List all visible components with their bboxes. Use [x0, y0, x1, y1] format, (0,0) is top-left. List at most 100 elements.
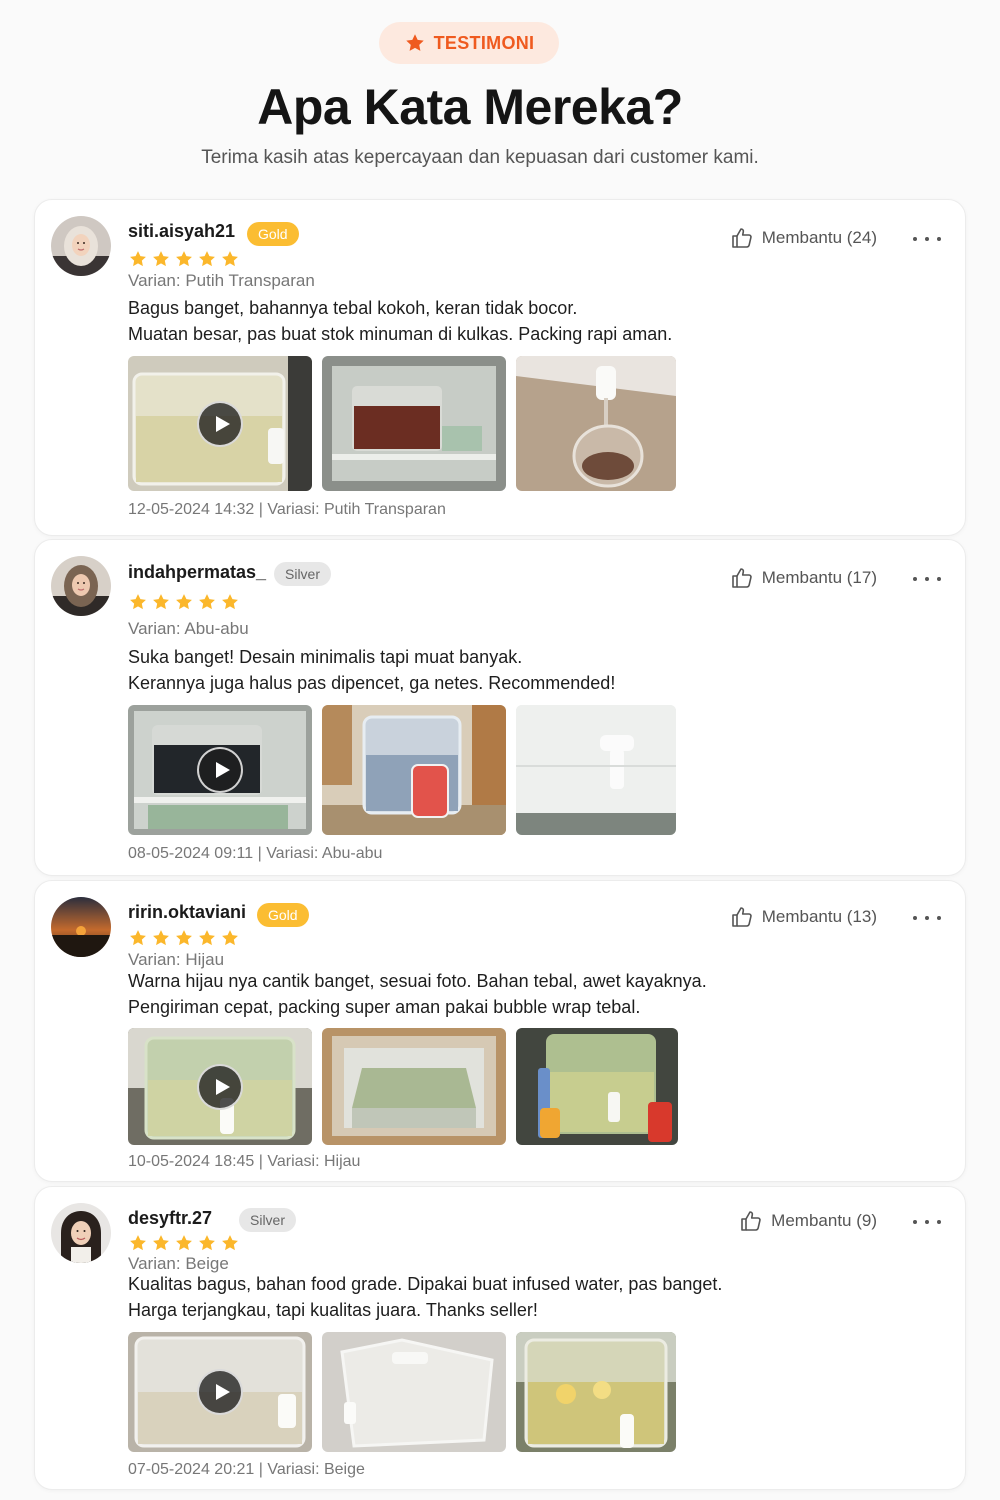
star-icon [222, 251, 238, 267]
review-text: Kualitas bagus, bahan food grade. Dipaka… [128, 1271, 722, 1323]
star-icon [199, 251, 215, 267]
username[interactable]: desyftr.27 [128, 1208, 212, 1229]
play-icon[interactable] [197, 1369, 243, 1415]
thumbs-up-icon [731, 907, 752, 927]
pill-label: TESTIMONI [433, 32, 535, 53]
status-badge: Silver [274, 562, 332, 586]
review-text-line: Harga terjangkau, tapi kualitas juara. T… [128, 1300, 538, 1320]
star-icon [222, 930, 238, 946]
more-options-icon[interactable] [913, 1211, 941, 1233]
review-card: ririn.oktaviani Gold Varian: Hijau Warna… [34, 880, 966, 1182]
star-icon [199, 1235, 215, 1251]
media-gallery [128, 1332, 676, 1452]
star-rating [128, 1233, 240, 1253]
testimonial-header: TESTIMONI Apa Kata Mereka? Terima kasih … [0, 0, 1000, 190]
review-text-line: Kerannya juga halus pas dipencet, ga net… [128, 673, 616, 693]
review-text: Warna hijau nya cantik banget, sesuai fo… [128, 968, 707, 1020]
star-icon [153, 594, 169, 610]
status-badge: Silver [239, 1208, 297, 1232]
star-icon [222, 594, 238, 610]
avatar[interactable] [51, 897, 111, 957]
username[interactable]: ririn.oktaviani [128, 902, 246, 923]
helpful-button[interactable]: Membantu (9) [739, 1209, 877, 1233]
username[interactable]: siti.aisyah21 [128, 221, 235, 242]
thumbs-up-icon [731, 568, 752, 588]
star-icon [176, 594, 192, 610]
review-meta: 12-05-2024 14:32 | Variasi: Putih Transp… [128, 501, 446, 518]
helpful-button[interactable]: Membantu (13) [730, 905, 877, 929]
avatar[interactable] [51, 216, 111, 276]
photo-thumbnail[interactable] [322, 356, 506, 491]
page-subtitle: Terima kasih atas kepercayaan dan kepuas… [201, 147, 759, 168]
star-icon [222, 1235, 238, 1251]
review-meta: 07-05-2024 20:21 | Variasi: Beige [128, 1461, 365, 1478]
review-meta: 08-05-2024 09:11 | Variasi: Abu-abu [128, 845, 383, 862]
status-badge: Gold [257, 903, 309, 927]
photo-thumbnail[interactable] [516, 705, 676, 835]
review-meta: 10-05-2024 18:45 | Variasi: Hijau [128, 1153, 361, 1170]
star-rating [128, 592, 240, 612]
more-options-icon[interactable] [913, 228, 941, 250]
helpful-label: Membantu (17) [761, 568, 877, 587]
username[interactable]: indahpermatas_ [128, 562, 266, 583]
photo-thumbnail[interactable] [516, 1028, 678, 1145]
variant-label: Varian: Hijau [128, 950, 225, 969]
review-card: indahpermatas_ Silver Varian: Abu-abu Su… [34, 539, 966, 876]
page-title: Apa Kata Mereka? [257, 79, 683, 135]
media-gallery [128, 1028, 678, 1145]
review-text-line: Pengiriman cepat, packing super aman pak… [128, 997, 641, 1017]
review-text: Suka banget! Desain minimalis tapi muat … [128, 644, 615, 696]
star-icon [153, 1235, 169, 1251]
play-icon[interactable] [197, 400, 243, 447]
photo-thumbnail[interactable] [322, 1332, 506, 1452]
photo-thumbnail[interactable] [516, 1332, 676, 1452]
star-rating [128, 249, 240, 269]
helpful-button[interactable]: Membantu (17) [730, 566, 877, 590]
photo-thumbnail[interactable] [322, 1028, 506, 1145]
helpful-label: Membantu (9) [771, 1211, 877, 1230]
review-text-line: Warna hijau nya cantik banget, sesuai fo… [128, 971, 707, 991]
star-icon [176, 251, 192, 267]
star-rating [128, 928, 240, 948]
star-icon [176, 930, 192, 946]
star-icon [130, 251, 146, 267]
status-badge: Gold [247, 222, 299, 246]
avatar[interactable] [51, 1203, 111, 1263]
more-options-icon[interactable] [913, 907, 941, 929]
review-card: siti.aisyah21 Gold Varian: Putih Transpa… [34, 199, 966, 536]
video-thumbnail[interactable] [128, 356, 312, 491]
helpful-label: Membantu (13) [761, 907, 877, 926]
video-thumbnail[interactable] [128, 1028, 312, 1145]
star-icon [199, 930, 215, 946]
star-icon [130, 1235, 146, 1251]
media-gallery [128, 356, 676, 491]
photo-thumbnail[interactable] [322, 705, 506, 835]
star-icon [130, 930, 146, 946]
helpful-button[interactable]: Membantu (24) [730, 226, 877, 250]
helpful-label: Membantu (24) [761, 228, 877, 247]
review-text: Bagus banget, bahannya tebal kokoh, kera… [128, 295, 672, 347]
photo-thumbnail[interactable] [516, 356, 676, 491]
review-card: desyftr.27 Silver Varian: Beige Kualitas… [34, 1186, 966, 1490]
review-text-line: Muatan besar, pas buat stok minuman di k… [128, 324, 673, 344]
review-text-line: Suka banget! Desain minimalis tapi muat … [128, 647, 523, 667]
star-icon [130, 594, 146, 610]
variant-label: Varian: Abu-abu [128, 619, 249, 638]
video-thumbnail[interactable] [128, 1332, 312, 1452]
review-text-line: Kualitas bagus, bahan food grade. Dipaka… [128, 1274, 723, 1294]
avatar[interactable] [51, 556, 111, 616]
thumbs-up-icon [741, 1211, 761, 1231]
review-text-line: Bagus banget, bahannya tebal kokoh, kera… [128, 298, 578, 318]
testimoni-pill: TESTIMONI [379, 22, 559, 64]
star-icon [153, 251, 169, 267]
variant-label: Varian: Putih Transparan [128, 271, 315, 290]
star-icon [199, 594, 215, 610]
play-icon[interactable] [197, 1063, 243, 1110]
video-thumbnail[interactable] [128, 705, 312, 835]
star-icon [405, 34, 424, 51]
star-icon [176, 1235, 192, 1251]
play-icon[interactable] [197, 747, 243, 793]
media-gallery [128, 705, 676, 835]
thumbs-up-icon [731, 228, 752, 248]
more-options-icon[interactable] [913, 568, 941, 590]
